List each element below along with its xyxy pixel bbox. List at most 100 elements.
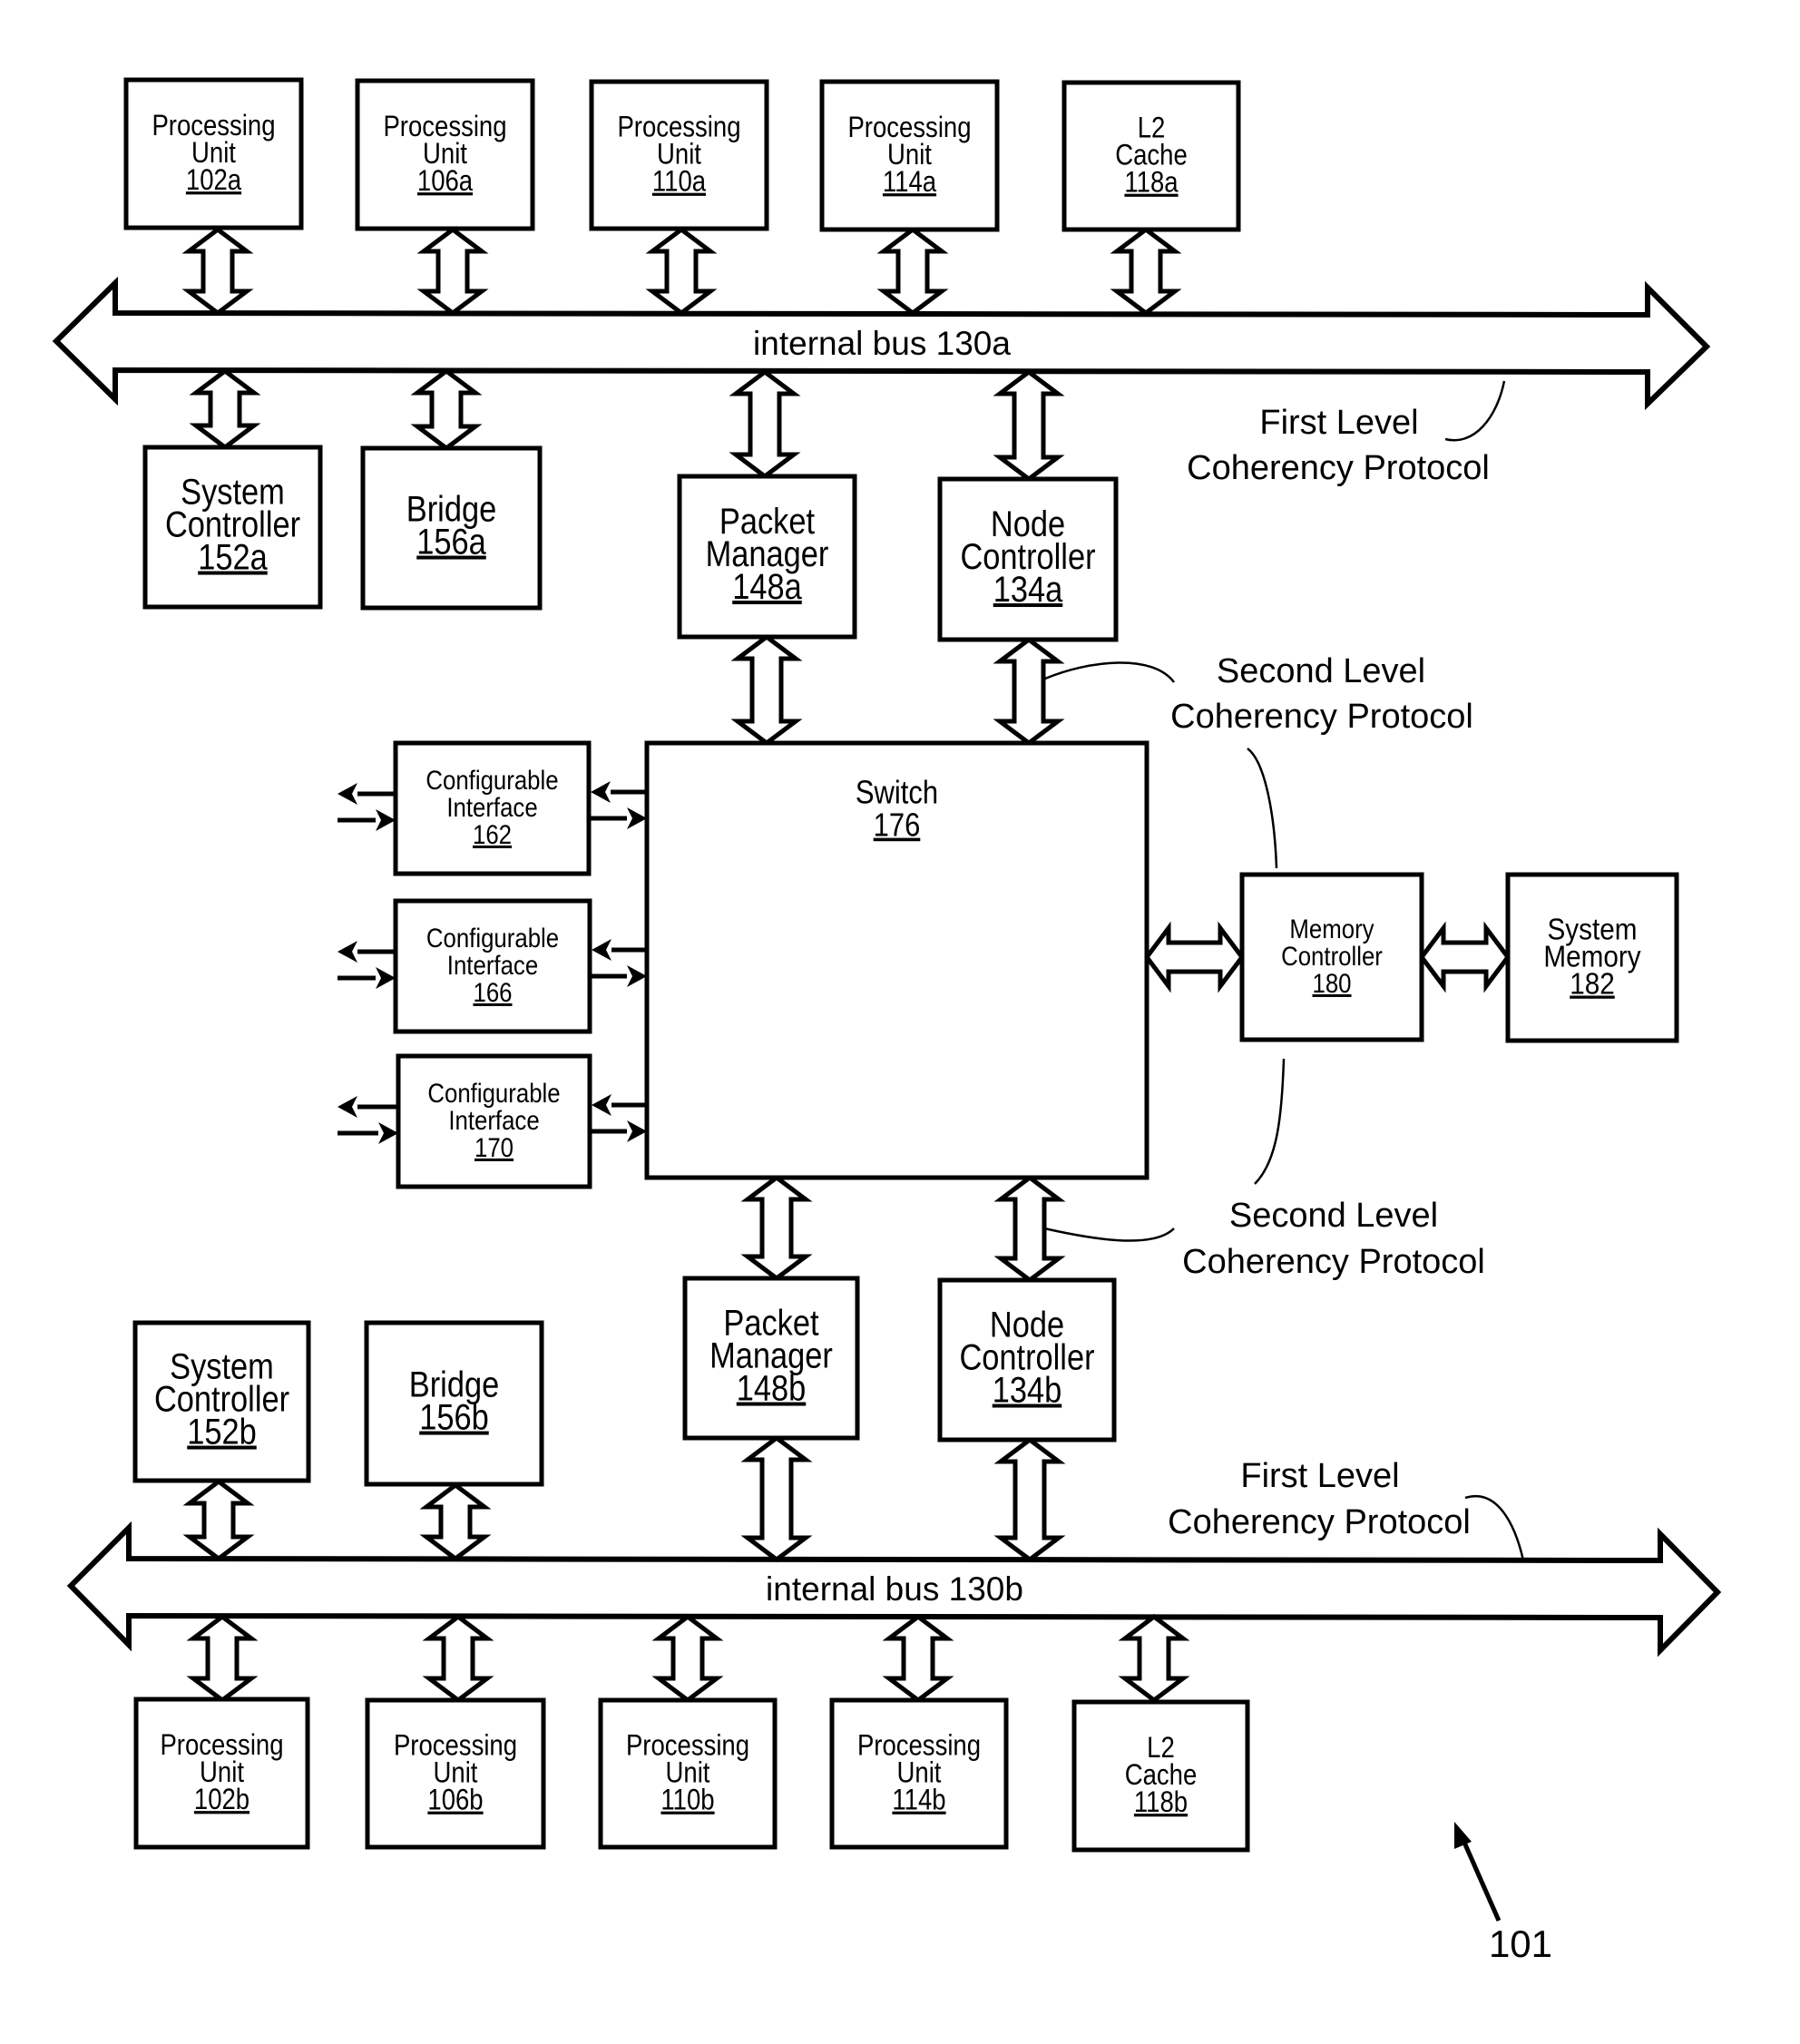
double-arrow-memory-controller-system-memory: [1418, 921, 1511, 993]
component-label-line: Switch: [856, 775, 938, 811]
processing-unit-110b: ProcessingUnit110b: [598, 1697, 778, 1850]
leader-second-level-top-a: [1044, 661, 1175, 683]
component-ref-number: 134b: [993, 1369, 1062, 1410]
component-ref-number: 170: [474, 1132, 514, 1162]
double-arrow-packet-manager-b-bus-b: [740, 1434, 813, 1563]
component-ref-number: 176: [874, 807, 921, 844]
double-arrow-switch-packet-manager-b: [740, 1174, 813, 1282]
iface-1-switch-to-iface-arrow-head: [592, 939, 611, 961]
component-label-line: Interface: [447, 950, 538, 980]
iface-0-switch-to-iface-arrow-head: [591, 781, 611, 803]
component-label-line: Configurable: [426, 923, 559, 953]
l2-cache-118b: L2Cache118b: [1071, 1699, 1250, 1853]
double-arrow-bridge-b-bus-b: [419, 1482, 492, 1562]
configurable-interface-162: ConfigurableInterface162: [393, 740, 592, 876]
bridge-156b: Bridge156b: [364, 1320, 544, 1487]
double-arrow-bottom-row-1: [422, 1613, 494, 1704]
component-ref-number: 156b: [419, 1396, 489, 1437]
component-label-line: Interface: [446, 792, 537, 822]
processing-unit-114b: ProcessingUnit114b: [829, 1697, 1009, 1850]
annotation-line: Coherency Protocol: [1168, 1503, 1471, 1541]
packet-manager-148a: PacketManager148a: [677, 474, 857, 640]
double-arrow-bottom-row-4: [1118, 1613, 1190, 1704]
double-arrow-node-controller-b-bus-b: [993, 1436, 1066, 1563]
double-arrow-bottom-row-2: [651, 1613, 724, 1704]
figure-reference: 101: [1454, 1822, 1552, 1965]
annotation-first-level-top: First Level Coherency Protocol: [1187, 404, 1490, 487]
leader-second-level-bottom-a: [1254, 1058, 1286, 1185]
packet-manager-148b: PacketManager148b: [682, 1276, 860, 1441]
annotation-second-level-bottom: Second Level Coherency Protocol: [1182, 1197, 1485, 1281]
component-ref-number: 152b: [187, 1411, 257, 1452]
iface-1-external-out-arrow-head: [338, 941, 357, 963]
processing-unit-106a: ProcessingUnit106a: [355, 78, 535, 231]
double-arrow-top-row-1: [416, 226, 489, 317]
component-ref-number: 102b: [194, 1784, 249, 1815]
processing-unit-106b: ProcessingUnit106b: [365, 1697, 546, 1850]
component-ref-number: 118a: [1124, 167, 1179, 199]
multiprocessor-block-diagram: internal bus 130a internal bus 130b Proc…: [52, 77, 1722, 1965]
iface-0-external-out-arrow-head: [338, 783, 357, 805]
component-ref-number: 110a: [652, 166, 707, 198]
double-arrow-switch-memory-controller: [1143, 921, 1246, 993]
node-controller-134b: NodeController134b: [937, 1277, 1117, 1443]
leader-second-level-bottom-b: [1043, 1227, 1175, 1242]
reference-numeral: 101: [1489, 1922, 1552, 1965]
double-arrow-top-row-4: [1110, 226, 1182, 317]
double-arrow-packet-manager-a-switch: [730, 633, 803, 747]
processing-unit-102a: ProcessingUnit102a: [123, 77, 304, 230]
component-label-line: Memory: [1289, 914, 1374, 944]
configurable-interface-166: ConfigurableInterface166: [393, 898, 592, 1034]
annotation-first-level-bottom: First Level Coherency Protocol: [1168, 1457, 1471, 1541]
double-arrow-top-row-3: [876, 226, 949, 317]
component-ref-number: 110b: [660, 1785, 714, 1816]
processing-unit-114a: ProcessingUnit114a: [819, 79, 1000, 232]
l2-cache-118a: L2Cache118a: [1061, 80, 1241, 232]
switch-176: Switch176: [644, 740, 1149, 1180]
bridge-156a: Bridge156a: [360, 445, 543, 611]
system-controller-152b: SystemController152b: [132, 1320, 311, 1483]
component-ref-number: 102a: [186, 164, 242, 196]
annotation-line: Coherency Protocol: [1170, 698, 1473, 736]
double-arrow-system-controller-b-bus-b: [182, 1478, 255, 1562]
annotation-line: Second Level: [1229, 1197, 1438, 1235]
node-controller-134a: NodeController134a: [937, 476, 1119, 642]
memory-controller-180: MemoryController180: [1239, 872, 1424, 1042]
processing-unit-110a: ProcessingUnit110a: [589, 79, 769, 231]
bus-label-130b: internal bus 130b: [766, 1570, 1023, 1608]
annotation-line: First Level: [1259, 404, 1418, 442]
component-ref-number: 182: [1570, 967, 1615, 1001]
reference-arrow-shaft: [1459, 1834, 1502, 1922]
iface-2-external-in-arrow-head: [378, 1122, 398, 1144]
double-arrow-top-row-0: [181, 226, 254, 317]
processing-unit-102b: ProcessingUnit102b: [133, 1697, 310, 1850]
component-label-line: Interface: [448, 1105, 539, 1135]
component-ref-number: 106a: [417, 165, 474, 197]
system-memory-182: SystemMemory182: [1505, 872, 1679, 1043]
annotation-line: Second Level: [1217, 652, 1425, 690]
iface-2-external-out-arrow-head: [338, 1096, 357, 1118]
iface-1-external-in-arrow-head: [376, 967, 396, 989]
annotation-line: First Level: [1240, 1457, 1399, 1495]
component-ref-number: 162: [473, 819, 512, 849]
component-label-line: Configurable: [426, 765, 558, 795]
component-label-line: Controller: [1281, 941, 1383, 971]
double-arrow-bus-a-system-controller: [189, 367, 261, 451]
annotation-line: Coherency Protocol: [1182, 1243, 1485, 1281]
component-label-line: Configurable: [427, 1078, 560, 1108]
double-arrow-bus-a-packet-manager: [729, 368, 801, 480]
configurable-interface-170: ConfigurableInterface170: [396, 1053, 592, 1189]
system-controller-152a: SystemController152a: [142, 445, 323, 610]
component-ref-number: 156a: [416, 521, 486, 562]
component-ref-number: 148b: [737, 1367, 807, 1408]
iface-0-external-in-arrow-head: [376, 809, 396, 831]
double-arrow-bus-a-node-controller: [993, 368, 1065, 483]
internal-bus-130a: internal bus 130a: [52, 276, 1711, 411]
leader-first-level-top: [1444, 380, 1506, 442]
annotation-second-level-top: Second Level Coherency Protocol: [1170, 652, 1473, 736]
annotation-line: Coherency Protocol: [1187, 449, 1490, 487]
component-ref-number: 106b: [427, 1785, 483, 1816]
double-arrow-bottom-row-0: [186, 1613, 259, 1704]
double-arrow-bus-a-bridge: [410, 367, 483, 452]
component-ref-number: 180: [1312, 968, 1351, 998]
